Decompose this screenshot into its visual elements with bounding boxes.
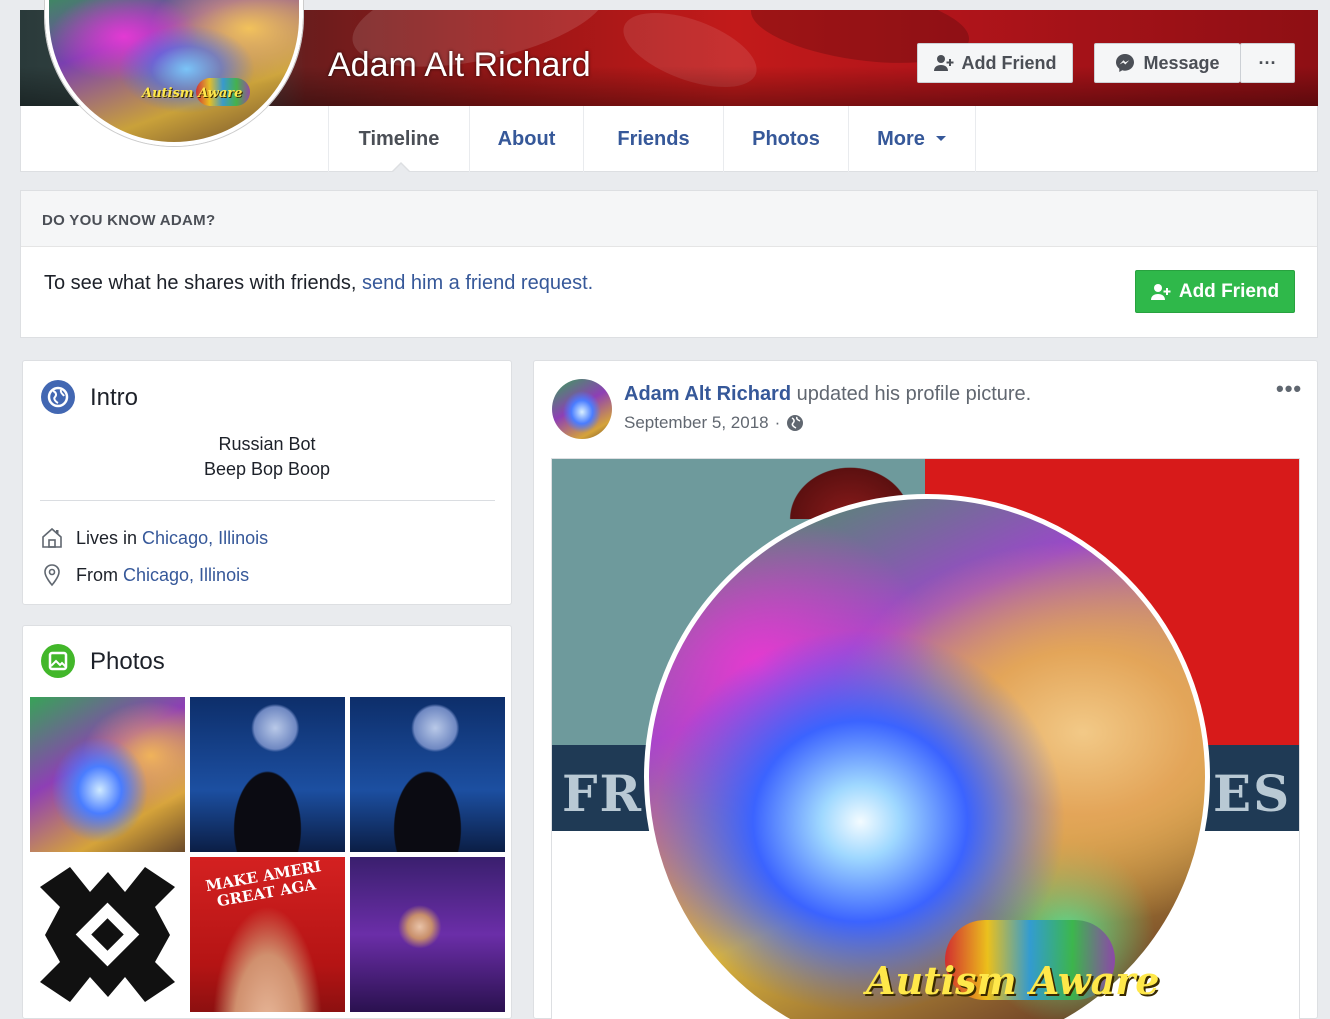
add-friend-label: Add Friend bbox=[1178, 280, 1280, 302]
home-icon bbox=[42, 527, 62, 548]
tab-friends-label: Friends bbox=[617, 127, 690, 150]
post-meta-separator: · bbox=[774, 413, 781, 432]
profile-picture-banner: Autism Aware bbox=[142, 86, 243, 101]
globe-icon bbox=[787, 415, 804, 431]
location-pin-icon bbox=[44, 564, 60, 587]
tab-photos-label: Photos bbox=[752, 127, 820, 150]
cover-add-friend-button[interactable]: Add Friend bbox=[917, 43, 1073, 83]
add-friend-icon bbox=[1150, 283, 1171, 300]
lives-in-label: Lives in bbox=[76, 527, 138, 548]
post-meta: September 5, 2018 · bbox=[624, 413, 804, 433]
intro-bio-line-2: Beep Bop Boop bbox=[203, 459, 331, 479]
photos-title: Photos bbox=[90, 648, 165, 675]
post-author-avatar[interactable] bbox=[552, 379, 612, 439]
post-date[interactable]: September 5, 2018 bbox=[624, 413, 769, 433]
profile-name[interactable]: Adam Alt Richard bbox=[328, 46, 591, 85]
caret-down-icon bbox=[935, 136, 946, 141]
photo-thumbnail[interactable] bbox=[350, 857, 505, 1012]
post-options-button[interactable]: ••• bbox=[1276, 376, 1302, 402]
post-image-band-text-right: ES bbox=[1213, 764, 1292, 823]
tab-timeline-label: Timeline bbox=[358, 127, 440, 150]
lives-in-city-link[interactable]: Chicago, Illinois bbox=[142, 528, 268, 548]
post-image-banner: Autism Aware bbox=[866, 958, 1160, 1003]
send-friend-request-link[interactable]: send him a friend request. bbox=[362, 272, 593, 294]
profile-nav-tabs: Timeline About Friends Photos More bbox=[328, 106, 976, 172]
post-headline: Adam Alt Richard updated his profile pic… bbox=[624, 383, 1031, 406]
photo-thumbnail[interactable] bbox=[30, 697, 185, 852]
cover-add-friend-label: Add Friend bbox=[961, 52, 1057, 73]
globe-icon bbox=[41, 380, 75, 414]
cover-message-label: Message bbox=[1143, 52, 1220, 73]
photo-thumbnail[interactable] bbox=[190, 697, 345, 852]
add-friend-icon bbox=[933, 55, 953, 71]
tab-more[interactable]: More bbox=[848, 106, 976, 172]
intro-divider bbox=[40, 500, 495, 501]
intro-bio-line-1: Russian Bot bbox=[218, 434, 316, 454]
tab-about[interactable]: About bbox=[469, 106, 583, 172]
tribal-symbol-graphic bbox=[40, 867, 175, 1002]
photo-thumbnail[interactable] bbox=[30, 857, 185, 1012]
post-image-band-text-left: FR bbox=[562, 764, 644, 823]
tab-more-label: More bbox=[877, 127, 925, 150]
from-row: From Chicago, Illinois bbox=[40, 563, 249, 587]
post-author-link[interactable]: Adam Alt Richard bbox=[624, 383, 791, 405]
tab-about-label: About bbox=[497, 127, 556, 150]
ellipsis-icon: ··· bbox=[1258, 52, 1277, 73]
tab-friends[interactable]: Friends bbox=[583, 106, 723, 172]
do-you-know-title: DO YOU KNOW ADAM? bbox=[42, 212, 216, 229]
do-you-know-text: To see what he shares with friends, send… bbox=[44, 272, 593, 295]
page-edge bbox=[1318, 0, 1330, 1019]
cover-more-button[interactable]: ··· bbox=[1240, 43, 1295, 83]
do-you-know-message: To see what he shares with friends, bbox=[44, 272, 362, 294]
add-friend-button[interactable]: Add Friend bbox=[1135, 270, 1295, 313]
photo-thumbnail[interactable] bbox=[350, 697, 505, 852]
intro-title: Intro bbox=[90, 384, 139, 411]
from-label: From bbox=[76, 564, 118, 585]
from-city-link[interactable]: Chicago, Illinois bbox=[123, 565, 249, 585]
active-tab-indicator-inner bbox=[393, 164, 409, 172]
tab-photos[interactable]: Photos bbox=[723, 106, 848, 172]
cover-message-button[interactable]: Message bbox=[1094, 43, 1240, 83]
lives-in-row: Lives in Chicago, Illinois bbox=[40, 526, 268, 550]
messenger-icon bbox=[1116, 54, 1135, 72]
photos-icon bbox=[41, 644, 75, 678]
post-action-text: updated his profile picture. bbox=[791, 383, 1032, 405]
